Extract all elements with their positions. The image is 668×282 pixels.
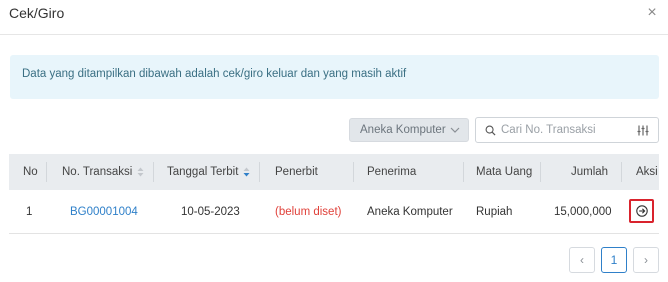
- arrow-right-circle-icon: [636, 205, 648, 217]
- column-header-no: No: [23, 166, 38, 178]
- search-input[interactable]: [501, 121, 629, 139]
- modal-title: Cek/Giro: [9, 5, 65, 21]
- column-divider: [259, 162, 260, 182]
- column-divider: [621, 162, 622, 182]
- sort-icon: [137, 167, 144, 177]
- column-header-tanggal-terbit[interactable]: Tanggal Terbit: [167, 154, 250, 190]
- transaction-link[interactable]: BG00001004: [70, 190, 138, 234]
- column-divider: [46, 162, 47, 182]
- column-header-no-transaksi[interactable]: No. Transaksi: [62, 154, 144, 190]
- cell-mata-uang: Rupiah: [476, 206, 513, 218]
- column-divider: [540, 162, 541, 182]
- search-box: [475, 117, 659, 143]
- sort-desc-icon: [243, 167, 250, 177]
- column-divider: [353, 162, 354, 182]
- pagination-prev-button[interactable]: ‹: [569, 247, 595, 273]
- filter-sliders-icon[interactable]: [637, 125, 649, 136]
- column-header-aksi: Aksi: [636, 166, 658, 178]
- column-divider: [153, 162, 154, 182]
- pagination-page-1[interactable]: 1: [601, 247, 627, 273]
- column-header-penerima: Penerima: [367, 166, 417, 178]
- alert-text: Data yang ditampilkan dibawah adalah cek…: [22, 68, 407, 80]
- close-icon[interactable]: ×: [644, 4, 660, 22]
- column-header-mata-uang: Mata Uang: [476, 166, 533, 178]
- search-icon: [485, 125, 496, 136]
- pagination-next-button[interactable]: ›: [633, 247, 659, 273]
- cell-penerima: Aneka Komputer: [367, 206, 453, 218]
- cell-penerbit: (belum diset): [275, 206, 342, 218]
- account-select-value: Aneka Komputer: [360, 124, 446, 136]
- table-header: No No. Transaksi Tanggal Terbit Penerbit…: [9, 154, 659, 190]
- column-divider: [463, 162, 464, 182]
- info-alert: Data yang ditampilkan dibawah adalah cek…: [10, 55, 659, 99]
- cell-tanggal-terbit: 10-05-2023: [181, 206, 240, 218]
- account-select[interactable]: Aneka Komputer: [349, 118, 469, 142]
- cell-jumlah: 15,000,000: [554, 206, 612, 218]
- chevron-down-icon: [450, 127, 460, 133]
- open-action-button[interactable]: [629, 199, 654, 223]
- modal-header: Cek/Giro ×: [0, 0, 668, 35]
- column-header-penerbit: Penerbit: [275, 166, 318, 178]
- table-row: 1 BG00001004 10-05-2023 (belum diset) An…: [9, 190, 659, 234]
- column-header-jumlah: Jumlah: [571, 166, 609, 178]
- cell-no: 1: [26, 206, 33, 218]
